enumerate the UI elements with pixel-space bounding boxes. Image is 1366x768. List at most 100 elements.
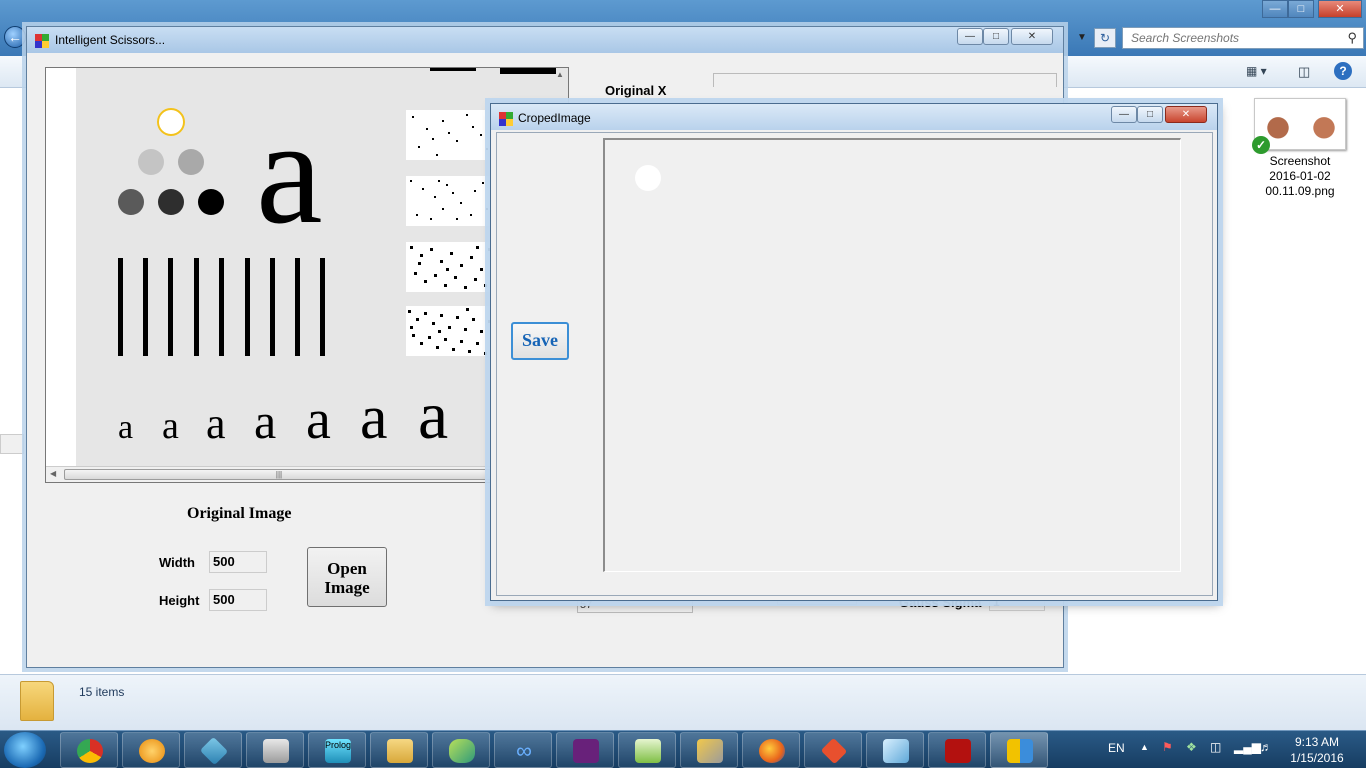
maximize-button[interactable]: □: [983, 28, 1009, 45]
folder-icon: [20, 681, 54, 721]
height-label: Height: [159, 593, 200, 608]
svg-text:a: a: [256, 89, 323, 255]
network-icon[interactable]: ▂▄▆: [1234, 740, 1261, 754]
folder-icon: [387, 739, 413, 763]
address-dropdown-icon[interactable]: ▼: [1072, 28, 1092, 48]
app-icon: [499, 112, 513, 126]
save-button[interactable]: Save: [511, 322, 569, 360]
svg-text:a: a: [206, 399, 226, 448]
taskbar-git[interactable]: [804, 732, 862, 768]
close-button[interactable]: ✕: [1165, 106, 1207, 123]
window-title: CropedImage: [518, 111, 591, 125]
clock[interactable]: 9:13 AM 1/15/2016: [1282, 734, 1352, 766]
visual-studio-icon: [573, 739, 599, 763]
view-options-icon[interactable]: ▦ ▾: [1246, 64, 1267, 78]
app-icon: [35, 34, 49, 48]
explorer-statusbar: 15 items: [0, 674, 1366, 730]
scroll-left-icon[interactable]: ◀: [50, 469, 56, 478]
git-icon: [820, 737, 848, 765]
taskbar-file-explorer[interactable]: [370, 732, 428, 768]
file-name-line: 00.11.09.png: [1265, 184, 1335, 198]
back-icon[interactable]: ←: [4, 26, 26, 48]
taskbar-visual-studio[interactable]: [556, 732, 614, 768]
help-icon[interactable]: ?: [1334, 62, 1352, 80]
search-input[interactable]: [1123, 28, 1333, 48]
crop-body: Save: [496, 132, 1213, 596]
show-hidden-icons-icon[interactable]: ▲: [1140, 742, 1149, 752]
clock-time: 9:13 AM: [1294, 735, 1340, 749]
action-center-icon[interactable]: ⚑: [1162, 740, 1173, 754]
width-field[interactable]: 500: [209, 551, 267, 573]
minimize-button[interactable]: —: [1111, 106, 1137, 123]
taskbar-app7[interactable]: [432, 732, 490, 768]
tools-icon: [697, 739, 723, 763]
item-count: 15 items: [79, 685, 125, 699]
media-player-icon: [263, 739, 289, 763]
taskbar-chrome[interactable]: [60, 732, 118, 768]
scroll-up-icon[interactable]: ▲: [556, 70, 564, 79]
app3-icon: [199, 736, 229, 766]
file-name[interactable]: Screenshot 2016-01-02 00.11.09.png: [1246, 154, 1354, 199]
cropped-image-dot: [635, 165, 661, 191]
chrome-icon: [77, 739, 103, 763]
svg-text:a: a: [418, 377, 448, 453]
croped-image-window: CropedImage — □ ✕ Save: [490, 103, 1218, 601]
taskbar-media-player[interactable]: [246, 732, 304, 768]
taskbar-tools[interactable]: [680, 732, 738, 768]
right-panel-frame: [713, 73, 1057, 87]
open-image-button[interactable]: Open Image: [307, 547, 387, 607]
dropbox-icon[interactable]: ❖: [1186, 740, 1197, 754]
svg-text:a: a: [306, 389, 331, 451]
preview-pane-icon[interactable]: ◫: [1298, 64, 1310, 80]
explorer-maximize-button[interactable]: □: [1288, 0, 1314, 18]
cropped-image-canvas[interactable]: [603, 138, 1181, 572]
minimize-button[interactable]: —: [957, 28, 983, 45]
app14-icon: [883, 739, 909, 763]
infinity-icon: ∞: [516, 738, 532, 763]
height-field[interactable]: 500: [209, 589, 267, 611]
taskbar-infinity[interactable]: ∞: [494, 732, 552, 768]
search-icon[interactable]: ⚲: [1347, 30, 1357, 46]
explorer-close-button[interactable]: ✕: [1318, 0, 1362, 18]
explorer-minimize-button[interactable]: —: [1262, 0, 1288, 18]
device-icon[interactable]: ◫: [1210, 740, 1221, 754]
svg-text:a: a: [360, 384, 388, 452]
taskbar-acrobat[interactable]: [928, 732, 986, 768]
taskbar-firefox[interactable]: [742, 732, 800, 768]
start-button[interactable]: [4, 732, 46, 768]
original-image-label: Original Image: [187, 505, 292, 522]
acrobat-icon: [945, 739, 971, 763]
taskbar-app3[interactable]: [184, 732, 242, 768]
clock-date: 1/15/2016: [1290, 751, 1344, 765]
svg-text:a: a: [254, 393, 276, 449]
search-box[interactable]: ⚲: [1122, 27, 1364, 49]
svg-text:a: a: [118, 409, 133, 446]
prolog-icon: Prolog: [325, 739, 351, 763]
window-title: Intelligent Scissors...: [55, 33, 166, 47]
taskbar-prolog[interactable]: Prolog: [308, 732, 366, 768]
taskbar-active-app[interactable]: [990, 732, 1048, 768]
orb-icon: [139, 739, 165, 763]
maximize-button[interactable]: □: [1137, 106, 1163, 123]
taskbar-notepad-plus[interactable]: [618, 732, 676, 768]
active-app-icon: [1007, 739, 1033, 763]
volume-icon[interactable]: ♬: [1260, 740, 1272, 754]
main-titlebar[interactable]: Intelligent Scissors... — □ ✕: [27, 27, 1063, 53]
notepad-plus-icon: [635, 739, 661, 763]
scrollbar-thumb[interactable]: |||: [64, 469, 494, 480]
crop-titlebar[interactable]: CropedImage — □ ✕: [491, 104, 1217, 130]
refresh-icon[interactable]: ↻: [1094, 28, 1116, 48]
taskbar: Prolog ∞ EN ▲ ⚑ ❖ ◫ ▂▄▆ ♬ 9:13 AM 1/15/2…: [0, 730, 1366, 768]
svg-text:a: a: [162, 405, 179, 447]
language-indicator[interactable]: EN: [1108, 741, 1125, 755]
check-icon: ✓: [1252, 136, 1270, 154]
taskbar-app2[interactable]: [122, 732, 180, 768]
firefox-icon: [759, 739, 785, 763]
open-image-button-label: Image: [324, 578, 370, 597]
nav-pane-fragment: [0, 434, 24, 454]
file-name-line: 2016-01-02: [1269, 169, 1331, 183]
width-label: Width: [159, 555, 195, 570]
app7-icon: [449, 739, 475, 763]
close-button[interactable]: ✕: [1011, 28, 1053, 45]
taskbar-app14[interactable]: [866, 732, 924, 768]
